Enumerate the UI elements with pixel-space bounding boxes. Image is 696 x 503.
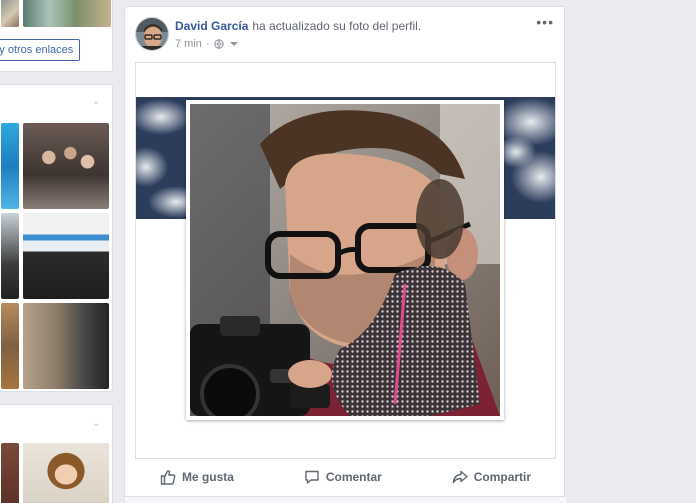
friends-card: ⌄ xyxy=(0,404,113,503)
separator-dot: · xyxy=(205,38,210,50)
photos-card: ⌄ xyxy=(0,84,113,392)
share-icon xyxy=(452,470,468,484)
photo-thumbnail[interactable] xyxy=(1,123,19,209)
comment-label: Comentar xyxy=(325,470,382,484)
like-label: Me gusta xyxy=(181,470,234,484)
photo-thumbnail[interactable] xyxy=(23,123,109,209)
photo-thumbnail[interactable] xyxy=(23,0,111,27)
more-options-icon[interactable]: ••• xyxy=(536,15,554,29)
post-actions-bar: Me gusta Comentar Compartir xyxy=(125,460,566,494)
post-timestamp[interactable]: 7 min xyxy=(175,38,202,50)
post-action-text: ha actualizado su foto del perfil. xyxy=(252,19,422,33)
author-name[interactable]: David García xyxy=(175,19,248,33)
profile-photo-update[interactable] xyxy=(135,62,556,459)
post-meta: 7 min · xyxy=(175,38,238,50)
comment-composer-area[interactable] xyxy=(125,496,566,503)
edit-links-button[interactable]: eb y otros enlaces xyxy=(0,39,81,61)
photo-thumbnail[interactable] xyxy=(1,0,19,27)
thumbs-up-icon xyxy=(160,470,176,485)
globe-icon xyxy=(213,39,224,49)
audience-selector-caret[interactable] xyxy=(229,42,238,46)
photo-thumbnail[interactable] xyxy=(1,213,19,299)
chevron-down-icon[interactable]: ⌄ xyxy=(92,97,102,107)
comment-icon xyxy=(305,470,319,484)
post-header: David García ha actualizado su foto del p… xyxy=(175,19,421,33)
profile-picture[interactable] xyxy=(186,100,504,420)
news-feed-post: David García ha actualizado su foto del p… xyxy=(124,6,566,503)
comment-button[interactable]: Comentar xyxy=(304,469,382,485)
chevron-down-icon[interactable]: ⌄ xyxy=(92,419,102,429)
share-button[interactable]: Compartir xyxy=(452,469,531,485)
share-label: Compartir xyxy=(473,470,532,484)
author-avatar[interactable] xyxy=(135,17,169,51)
photo-thumbnail[interactable] xyxy=(23,303,109,389)
photo-thumbnail[interactable] xyxy=(23,213,109,299)
photo-thumbnail[interactable] xyxy=(1,443,19,503)
photo-thumbnail[interactable] xyxy=(1,303,19,389)
intro-card: eb y otros enlaces xyxy=(0,0,113,72)
photo-thumbnail[interactable] xyxy=(23,443,109,503)
like-button[interactable]: Me gusta xyxy=(160,469,234,485)
